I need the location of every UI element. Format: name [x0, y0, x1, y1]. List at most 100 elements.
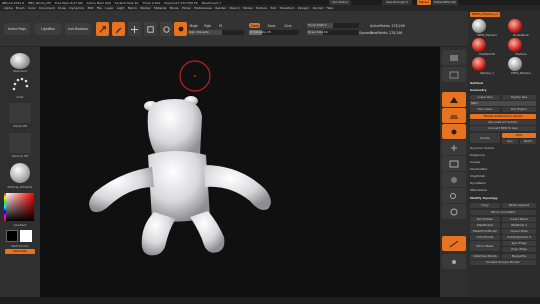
focal-shift-slider[interactable]: Focal Shift 0 [307, 23, 359, 28]
lower-res-button[interactable]: Lower Res [470, 95, 500, 100]
merge-tris-button[interactable]: MergeTris [502, 254, 536, 259]
draw-button[interactable] [112, 22, 125, 36]
sub-segments-slider[interactable]: SubSegments 0 [502, 235, 536, 240]
dynamesh-item[interactable]: DynaMesh [470, 181, 538, 186]
live-boolean-button[interactable]: Live Boolean [65, 23, 91, 35]
z-intensity-slider[interactable]: Z Intensity 25 [249, 30, 299, 35]
secondary-color-swatch[interactable] [6, 230, 18, 242]
close-holes-button[interactable]: Close Holes [502, 229, 536, 234]
menu-brush[interactable]: Brush [16, 6, 25, 10]
dynamic-subdiv-item[interactable]: Dynamic Subdiv [470, 146, 538, 151]
tool-thumb-5[interactable] [472, 57, 486, 71]
menu-color[interactable]: Color [28, 6, 36, 10]
move-button[interactable] [128, 22, 141, 36]
sdiv-slider[interactable]: SDiv [470, 101, 536, 106]
claypolish-item[interactable]: ClayPolish [470, 174, 538, 179]
tool-thumb-6[interactable] [508, 57, 522, 71]
bpr-button[interactable] [442, 50, 466, 65]
menu-light[interactable]: Light [117, 6, 125, 10]
zsub-button[interactable]: Zsub [266, 23, 277, 28]
rotate-button[interactable] [160, 22, 173, 36]
menu-transform[interactable]: Transform [280, 6, 295, 10]
menu-stencil[interactable]: Stencil [229, 6, 239, 10]
zremesher-item[interactable]: ZRemesher [470, 188, 538, 193]
reuv-button[interactable]: ReUV [520, 139, 536, 144]
tool-thumb-1[interactable] [472, 19, 486, 33]
menu-stroke[interactable]: Stroke [243, 6, 253, 10]
mrgb-label[interactable]: Mrgb [188, 23, 199, 28]
menu-marker[interactable]: Marker [140, 6, 150, 10]
menu-macro[interactable]: Macro [128, 6, 137, 10]
xyz-button[interactable] [442, 140, 466, 155]
modify-topology-header[interactable]: Modify Topology [470, 196, 538, 201]
del-lower-button[interactable]: Del Lower [470, 107, 500, 112]
higher-res-button[interactable]: Higher Res [502, 95, 536, 100]
insert-mesh-button[interactable]: Insert Mesh [502, 217, 536, 222]
standard-brush-icon[interactable] [10, 53, 30, 69]
shadowbox-item[interactable]: ShadowBox [470, 167, 538, 172]
crease-item[interactable]: Crease [470, 160, 538, 165]
spin-edge-button[interactable]: Spin Edge [502, 241, 536, 246]
paste-append-button[interactable]: Paste Append [502, 203, 536, 208]
solo-button[interactable] [442, 254, 466, 269]
texture-off-icon[interactable] [9, 133, 31, 153]
menu-texture[interactable]: Texture [256, 6, 267, 10]
draw-size-slider[interactable]: Draw Size 64 [307, 30, 359, 35]
alpha-off-icon[interactable] [9, 103, 31, 123]
color-picker-icon[interactable] [6, 193, 34, 221]
menu-render[interactable]: Render [215, 6, 226, 10]
floor-button[interactable] [442, 108, 466, 123]
smt-button[interactable]: Smt [502, 133, 536, 138]
scale-button[interactable] [144, 22, 157, 36]
reconstruct-subdiv-button[interactable]: Reconstruct Subdiv [470, 120, 536, 125]
menu-tool[interactable]: Tool [270, 6, 276, 10]
rgb-button[interactable]: Rgb [203, 23, 212, 28]
local-button[interactable] [442, 124, 466, 139]
edgeloop-item[interactable]: EdgeLoop [470, 153, 538, 158]
menu-movie[interactable]: Movie [170, 6, 179, 10]
optimize-points-button[interactable]: Optimize Points [470, 254, 500, 259]
suv-button[interactable]: Suv [502, 139, 518, 144]
divide-button[interactable]: Divide [470, 133, 500, 143]
tool-thumb-3[interactable] [472, 38, 486, 52]
current-tool-button[interactable]: PM3D_ZSphere_1 [470, 12, 500, 17]
unweld-groups-button[interactable]: Unweld Groups Border [470, 260, 536, 265]
align-edge-button[interactable]: Align Edge [502, 247, 536, 252]
menu-zscript[interactable]: Zscript [313, 6, 323, 10]
mesh-from-brush-button[interactable]: MeshFromBrush [470, 229, 500, 234]
weld-points-button[interactable]: WeldPoints [470, 223, 500, 228]
rotate-view-button[interactable] [442, 204, 466, 219]
move-view-button[interactable] [442, 172, 466, 187]
frame-button[interactable] [442, 156, 466, 171]
tool-thumb-2[interactable] [508, 19, 522, 33]
transp-button[interactable] [442, 236, 466, 251]
alternate-button[interactable]: Alternate [5, 249, 35, 254]
subtool-header[interactable]: Subtool [470, 81, 538, 86]
switch-color-label[interactable]: SwitchColor [0, 244, 40, 248]
zoom3d-button[interactable] [442, 188, 466, 203]
mrgb-button[interactable] [174, 22, 187, 36]
geometry-header[interactable]: Geometry [470, 88, 538, 93]
edit-button[interactable] [96, 22, 109, 36]
lightbox-button[interactable]: LightBox [35, 23, 61, 35]
weld-dist-slider[interactable]: WeldDist 1 [502, 223, 536, 228]
menu-file[interactable]: File [97, 6, 102, 10]
menu-preferences[interactable]: Preferences [194, 6, 212, 10]
zcut-button[interactable]: Zcut [283, 23, 293, 28]
zadd-button[interactable]: Zadd [249, 23, 260, 28]
m-button[interactable]: M [218, 23, 223, 28]
menu-material[interactable]: Material [154, 6, 166, 10]
menu-document[interactable]: Document [39, 6, 55, 10]
home-page-button[interactable]: Home Page [4, 23, 30, 35]
primary-color-swatch[interactable] [20, 230, 32, 242]
spix-button[interactable] [442, 67, 466, 82]
menu-zplugin[interactable]: Zplugin [298, 6, 309, 10]
menu-draw[interactable]: Draw [58, 6, 66, 10]
del-higher-button[interactable]: Del Higher [502, 107, 536, 112]
menu-picker[interactable]: Picker [182, 6, 191, 10]
grid-divide-button[interactable]: Grid Divide [470, 235, 500, 240]
menu-help[interactable]: Help [326, 6, 333, 10]
dots-stroke-icon[interactable] [8, 75, 32, 95]
menu-edit[interactable]: Edit [88, 6, 94, 10]
rgb-intensity-slider[interactable]: Rgb Intensity [188, 30, 244, 35]
